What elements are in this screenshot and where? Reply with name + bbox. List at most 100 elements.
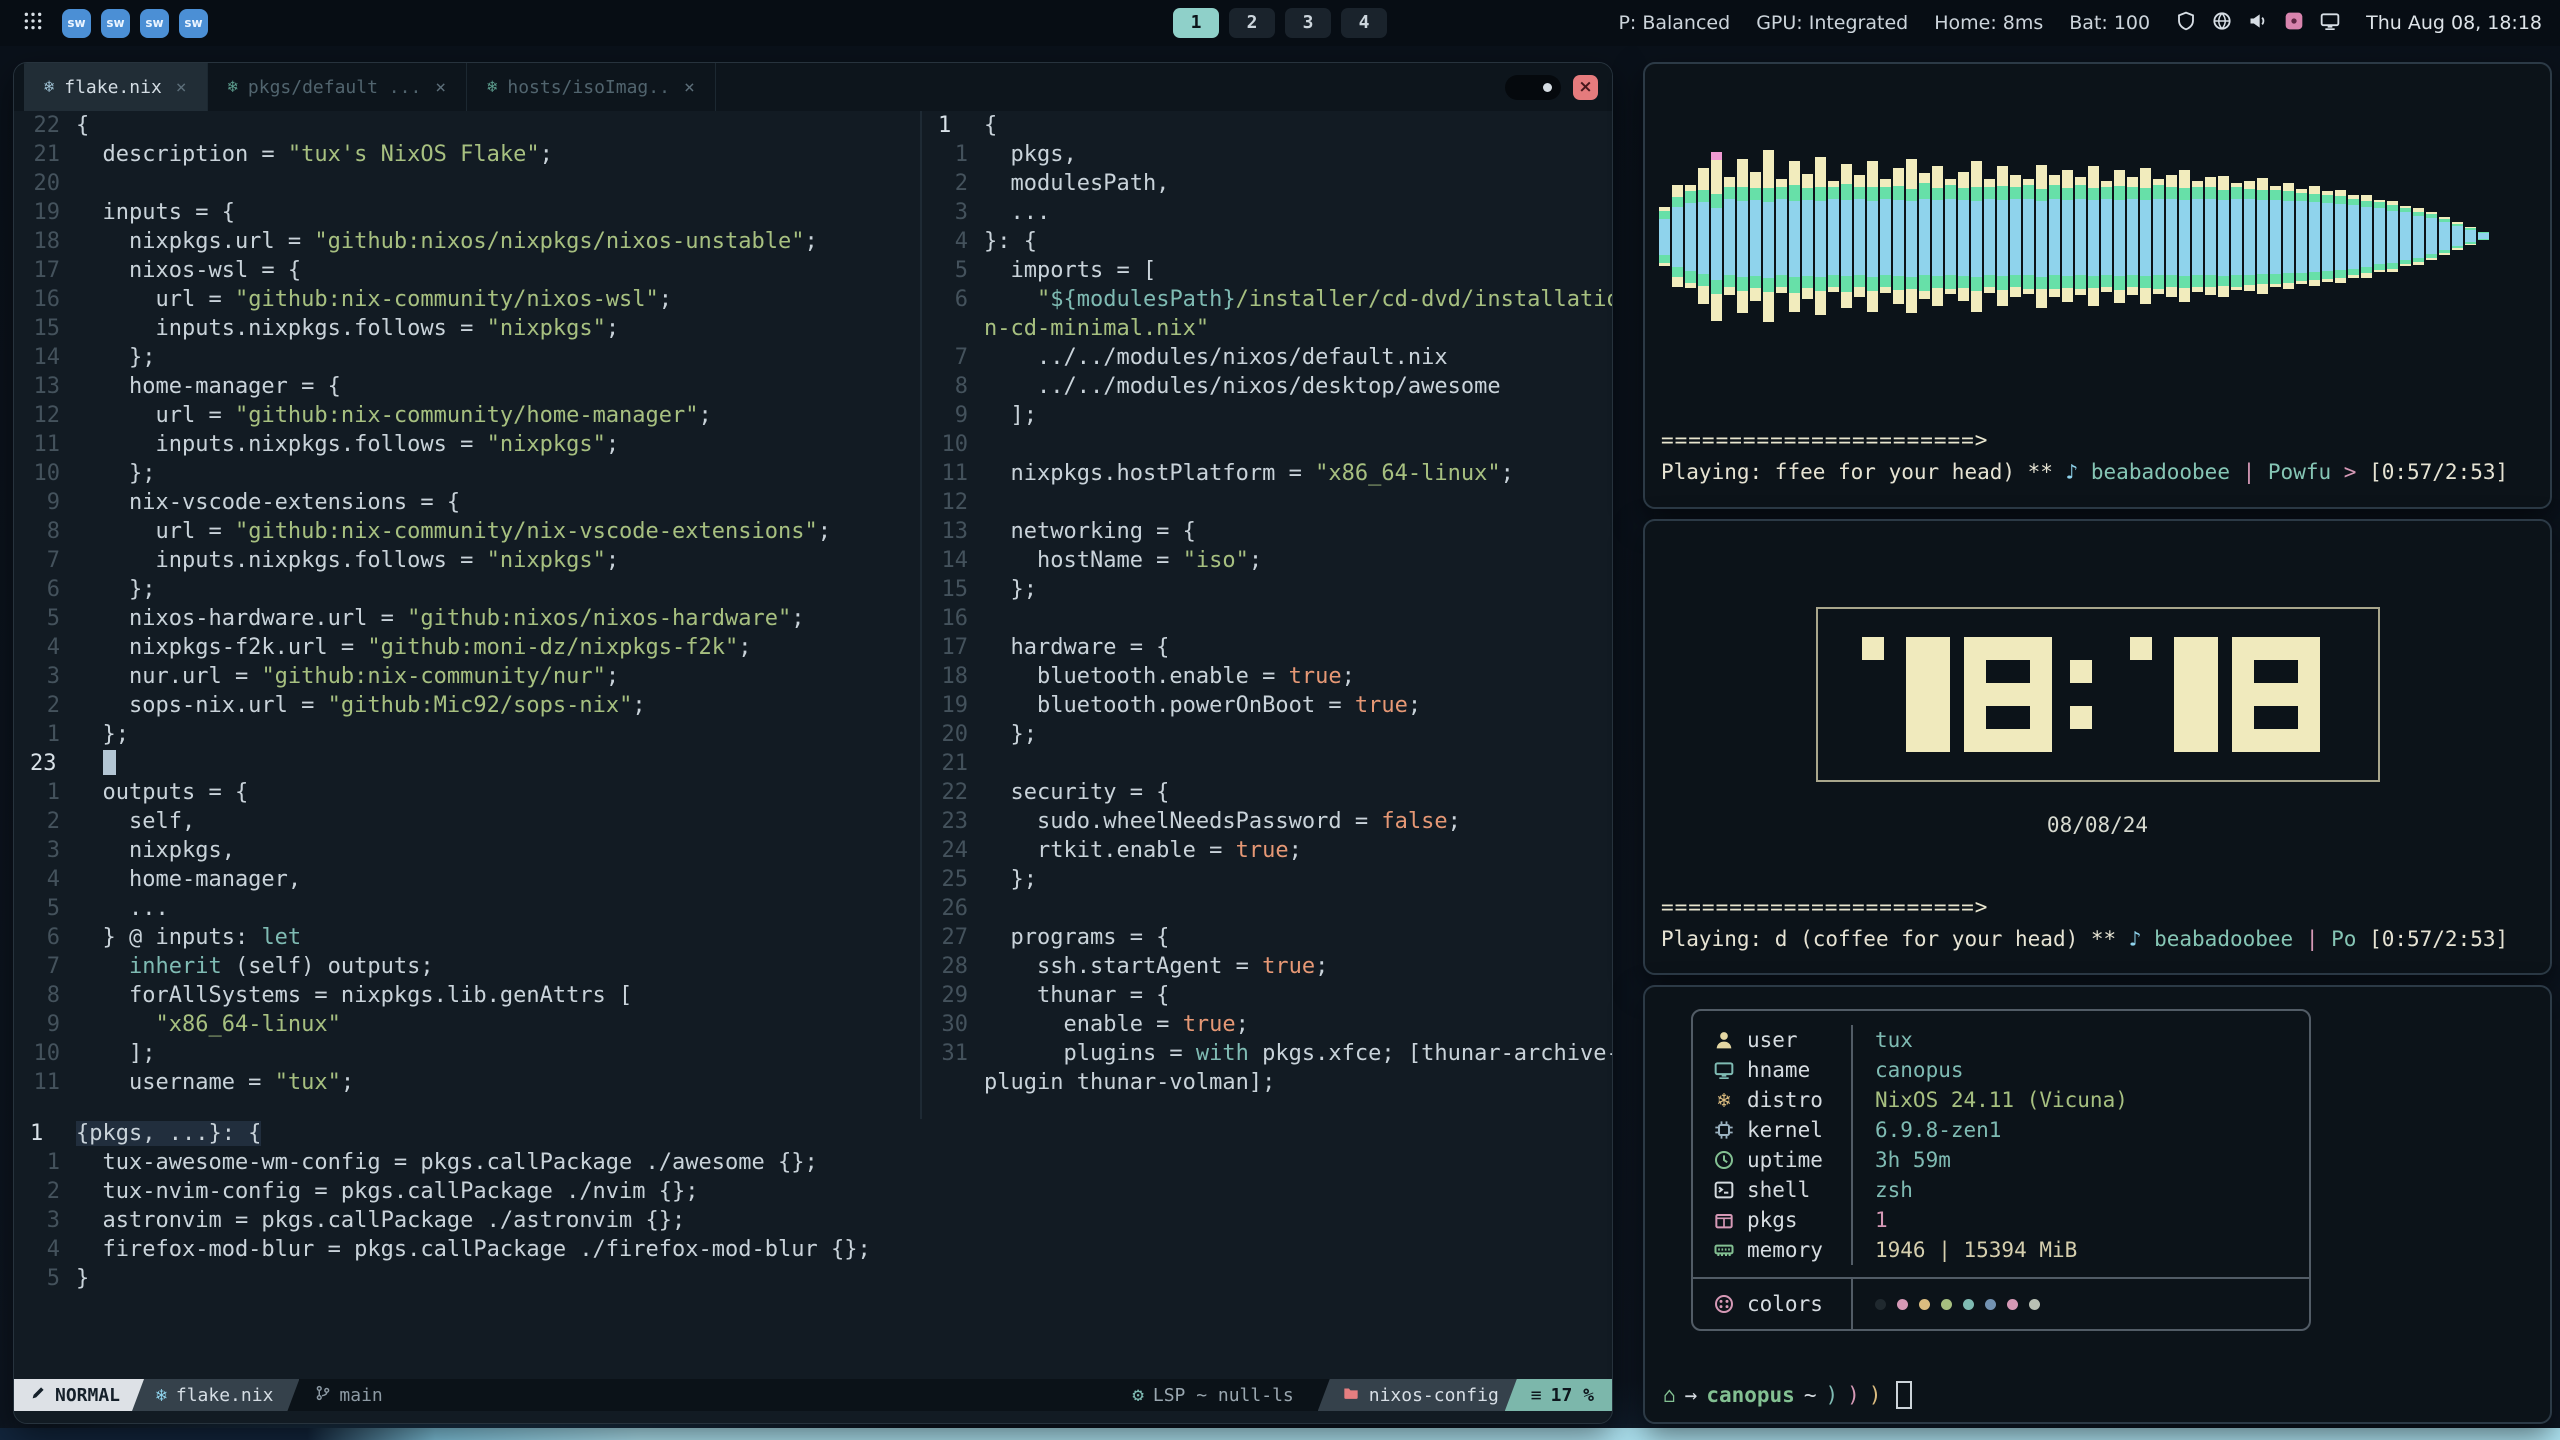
code-line[interactable]: 13 home-manager = { [14,372,920,401]
code-line[interactable]: 2 sops-nix.url = "github:Mic92/sops-nix"… [14,691,920,720]
code-line[interactable]: 4 firefox-mod-blur = pkgs.callPackage ./… [14,1235,1612,1264]
tag-button-3[interactable]: 3 [1285,8,1331,38]
code-line[interactable]: 11 inputs.nixpkgs.follows = "nixpkgs"; [14,430,920,459]
dock-app-2[interactable]: sw [101,9,130,38]
code-line[interactable]: 2 modulesPath, [922,169,1612,198]
code-line[interactable]: 22{ [14,111,920,140]
code-line[interactable]: 3 astronvim = pkgs.callPackage ./astronv… [14,1206,1612,1235]
globe-icon[interactable] [2212,11,2232,36]
code-line[interactable]: 10 ]; [14,1039,920,1068]
code-line[interactable]: 4 home-manager, [14,865,920,894]
tab-pkgs-default-[interactable]: ❄pkgs/default ...× [208,63,467,111]
code-line[interactable]: 28 ssh.startAgent = true; [922,952,1612,981]
code-line[interactable]: 27 programs = { [922,923,1612,952]
code-line[interactable]: 5 imports = [ [922,256,1612,285]
tag-button-1[interactable]: 1 [1173,8,1219,38]
code-line[interactable]: 19 inputs = { [14,198,920,227]
code-line[interactable]: 1{ [922,111,1612,140]
code-line[interactable]: 20 }; [922,720,1612,749]
code-line[interactable]: 29 thunar = { [922,981,1612,1010]
code-line[interactable]: 15 inputs.nixpkgs.follows = "nixpkgs"; [14,314,920,343]
code-line[interactable]: 5 ... [14,894,920,923]
code-line[interactable]: 1 }; [14,720,920,749]
code-line[interactable]: 3 nixpkgs, [14,836,920,865]
code-line[interactable]: plugin thunar-volman]; [922,1068,1612,1097]
code-line[interactable]: 23 sudo.wheelNeedsPassword = false; [922,807,1612,836]
shell-icon [1711,1180,1737,1200]
app-launcher-button[interactable] [18,8,48,38]
code-line[interactable]: 1{pkgs, ...}: { [14,1119,1612,1148]
code-line[interactable]: 26 [922,894,1612,923]
code-line[interactable]: 21 [922,749,1612,778]
code-line[interactable]: 2 tux-nvim-config = pkgs.callPackage ./n… [14,1177,1612,1206]
code-line[interactable]: 21 description = "tux's NixOS Flake"; [14,140,920,169]
code-line[interactable]: 8 ../../modules/nixos/desktop/awesome [922,372,1612,401]
code-line[interactable]: 1 tux-awesome-wm-config = pkgs.callPacka… [14,1148,1612,1177]
code-line[interactable]: 25 }; [922,865,1612,894]
code-line[interactable]: 4 nixpkgs-f2k.url = "github:moni-dz/nixp… [14,633,920,662]
code-line[interactable]: 1 outputs = { [14,778,920,807]
tab-close-icon[interactable]: × [176,77,187,98]
code-line[interactable]: 11 username = "tux"; [14,1068,920,1097]
code-line[interactable]: 20 [14,169,920,198]
code-line[interactable]: 14 }; [14,343,920,372]
code-line[interactable]: 2 self, [14,807,920,836]
code-line[interactable]: 4}: { [922,227,1612,256]
code-line[interactable]: 12 [922,488,1612,517]
code-line[interactable]: 18 bluetooth.enable = true; [922,662,1612,691]
code-line[interactable]: 10 }; [14,459,920,488]
tag-button-2[interactable]: 2 [1229,8,1275,38]
code-line[interactable]: 23 [14,749,920,778]
code-line[interactable]: 9 nix-vscode-extensions = { [14,488,920,517]
code-line[interactable]: 17 nixos-wsl = { [14,256,920,285]
color-picker-icon[interactable] [2284,11,2304,36]
code-line[interactable]: 6 }; [14,575,920,604]
code-line[interactable]: 24 rtkit.enable = true; [922,836,1612,865]
tab-close-icon[interactable]: × [435,77,446,98]
code-line[interactable]: n-cd-minimal.nix" [922,314,1612,343]
code-line[interactable]: 1 pkgs, [922,140,1612,169]
dock-app-1[interactable]: sw [62,9,91,38]
shell-prompt[interactable]: ⌂→canopus~))) [1663,1381,1912,1409]
code-line[interactable]: 17 hardware = { [922,633,1612,662]
tab-close-icon[interactable]: × [684,77,695,98]
tab-flake-nix[interactable]: ❄flake.nix× [24,63,208,111]
code-line[interactable]: 11 nixpkgs.hostPlatform = "x86_64-linux"… [922,459,1612,488]
code-line[interactable]: 7 inputs.nixpkgs.follows = "nixpkgs"; [14,546,920,575]
code-line[interactable]: 31 plugins = with pkgs.xfce; [thunar-arc… [922,1039,1612,1068]
display-icon[interactable] [2320,11,2340,36]
tag-button-4[interactable]: 4 [1341,8,1387,38]
code-line[interactable]: 6 "${modulesPath}/installer/cd-dvd/insta… [922,285,1612,314]
window-close-button[interactable]: × [1573,75,1598,100]
code-line[interactable]: 7 ../../modules/nixos/default.nix [922,343,1612,372]
code-line[interactable]: 3 ... [922,198,1612,227]
clock-widget[interactable]: Thu Aug 08, 18:18 [2366,12,2542,34]
code-line[interactable]: 9 "x86_64-linux" [14,1010,920,1039]
code-line[interactable]: 15 }; [922,575,1612,604]
code-line[interactable]: 12 url = "github:nix-community/home-mana… [14,401,920,430]
volume-icon[interactable] [2248,11,2268,36]
code-line[interactable]: 30 enable = true; [922,1010,1612,1039]
code-line[interactable]: 3 nur.url = "github:nix-community/nur"; [14,662,920,691]
code-line[interactable]: 6 } @ inputs: let [14,923,920,952]
code-line[interactable]: 10 [922,430,1612,459]
code-line[interactable]: 5 nixos-hardware.url = "github:nixos/nix… [14,604,920,633]
tab-hosts-isoimag-[interactable]: ❄hosts/isoImag..× [467,63,716,111]
code-line[interactable]: 8 url = "github:nix-community/nix-vscode… [14,517,920,546]
code-line[interactable]: 13 networking = { [922,517,1612,546]
ontop-toggle-button[interactable] [1505,75,1561,100]
code-line[interactable]: 16 url = "github:nix-community/nixos-wsl… [14,285,920,314]
code-line[interactable]: 9 ]; [922,401,1612,430]
code-line[interactable]: 14 hostName = "iso"; [922,546,1612,575]
shield-icon[interactable] [2176,11,2196,36]
code-line[interactable]: 5} [14,1264,1612,1293]
dock-app-4[interactable]: sw [179,9,208,38]
code-line[interactable]: 22 security = { [922,778,1612,807]
code-line[interactable]: 18 nixpkgs.url = "github:nixos/nixpkgs/n… [14,227,920,256]
code-line[interactable]: 16 [922,604,1612,633]
fetch-label: pkgs [1747,1208,1851,1232]
dock-app-3[interactable]: sw [140,9,169,38]
code-line[interactable]: 19 bluetooth.powerOnBoot = true; [922,691,1612,720]
code-line[interactable]: 8 forAllSystems = nixpkgs.lib.genAttrs [ [14,981,920,1010]
code-line[interactable]: 7 inherit (self) outputs; [14,952,920,981]
